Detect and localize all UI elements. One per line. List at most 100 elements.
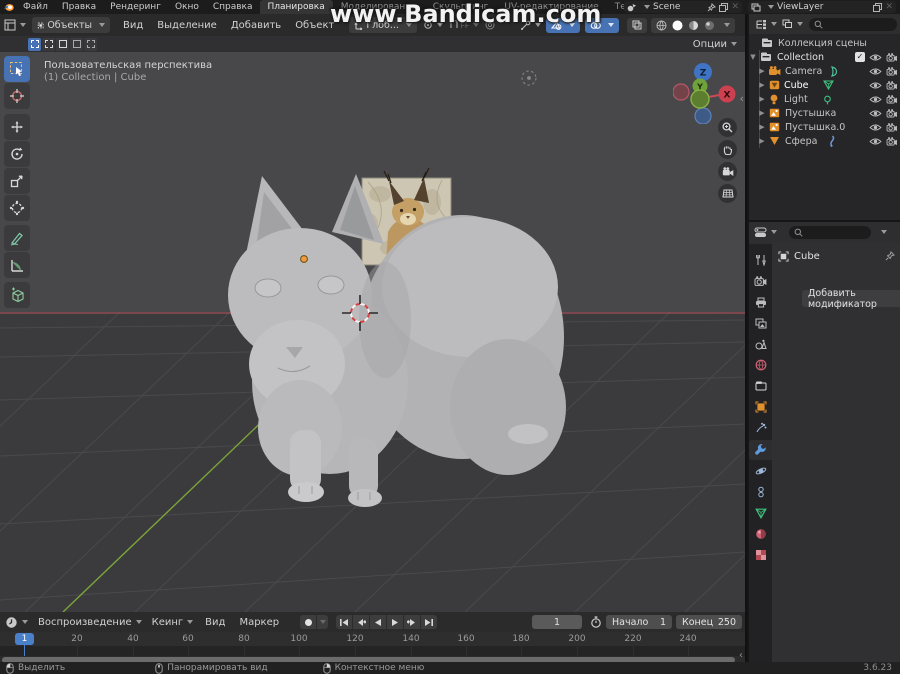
tab-view-layer[interactable] [749, 313, 772, 333]
tab-object-data[interactable] [749, 503, 772, 523]
solid-shading-icon[interactable] [672, 20, 683, 31]
outliner-search-input[interactable] [809, 17, 897, 31]
select-mode-intersect[interactable] [84, 37, 97, 51]
transform-orientation-dropdown[interactable]: Глоб... [349, 17, 417, 33]
properties-options-chevron[interactable] [881, 230, 887, 234]
toggle-xray-button[interactable] [627, 17, 647, 33]
timeline-collapse-arrow[interactable]: ‹ [739, 650, 743, 661]
pin-icon[interactable] [885, 251, 895, 261]
camera-view-button[interactable] [718, 162, 737, 181]
outliner-row-empty-image-0[interactable]: ▶ Пустышка.0 [749, 120, 900, 134]
jump-to-end-button[interactable] [421, 615, 437, 629]
orthographic-toggle-button[interactable] [718, 184, 737, 203]
snap-toggle[interactable]: ⊦⊦ [449, 20, 480, 30]
render-visibility-icon[interactable] [886, 80, 898, 90]
tool-cursor[interactable] [4, 83, 30, 109]
hide-eye-icon[interactable] [869, 123, 882, 132]
expand-arrow[interactable]: ▶ [758, 95, 766, 103]
tab-modifiers[interactable] [749, 440, 772, 460]
render-visibility-icon[interactable] [886, 136, 898, 146]
navigation-gizmo[interactable]: Z Y X [673, 58, 737, 124]
select-mode-subtract[interactable] [70, 37, 83, 51]
collection-expand-arrow[interactable]: ▼ [749, 53, 757, 61]
playback-menu[interactable]: Воспроизведение [38, 617, 142, 628]
outliner-row-scene-collection[interactable]: Коллекция сцены [749, 36, 900, 50]
menu-window[interactable]: Окно [168, 0, 206, 14]
expand-arrow[interactable]: ▶ [758, 123, 766, 131]
scene-icon[interactable] [627, 3, 637, 12]
tab-scene[interactable] [749, 334, 772, 354]
properties-editor-type[interactable] [754, 227, 777, 238]
show-gizmo-dropdown[interactable] [520, 20, 541, 31]
keying-set-chevron[interactable] [317, 615, 328, 629]
timeline-track[interactable] [0, 646, 745, 656]
viewlayer-name[interactable]: ViewLayer [777, 2, 870, 12]
view-menu[interactable]: Вид [116, 20, 150, 31]
outliner-filter[interactable] [782, 19, 803, 29]
play-reverse-button[interactable] [370, 615, 386, 629]
tool-scale[interactable] [4, 168, 30, 194]
outliner-row-empty-image[interactable]: ▶ Пустышка [749, 106, 900, 120]
viewlayer-browse-chevron[interactable] [768, 5, 774, 9]
xray-toggle[interactable] [585, 17, 619, 33]
expand-arrow[interactable]: ▶ [758, 137, 766, 145]
select-mode-extend[interactable] [56, 37, 69, 51]
blender-logo-icon[interactable] [0, 3, 16, 12]
new-viewlayer-icon[interactable] [873, 2, 883, 12]
timeline-ruler[interactable]: 20 40 60 80 100 120 140 160 180 200 220 … [0, 632, 745, 646]
render-visibility-icon[interactable] [886, 122, 898, 132]
keying-menu[interactable]: Кеинг [152, 617, 194, 628]
expand-arrow[interactable]: ▶ [758, 67, 766, 75]
frame-start-field[interactable]: Начало 1 [606, 615, 672, 629]
pin-icon[interactable] [707, 2, 717, 12]
wireframe-shading-icon[interactable] [656, 20, 667, 31]
tab-physics[interactable] [749, 461, 772, 481]
outliner-display-mode[interactable] [755, 19, 777, 30]
tab-layout[interactable]: Планировка [259, 0, 333, 14]
tool-rotate[interactable] [4, 141, 30, 167]
collection-checkbox[interactable]: ✓ [855, 52, 865, 62]
mode-dropdown[interactable]: Объекты [32, 17, 110, 33]
menu-edit[interactable]: Правка [55, 0, 103, 14]
breadcrumb-object-name[interactable]: Cube [794, 251, 820, 262]
zoom-view-button[interactable] [718, 118, 737, 137]
current-frame-field[interactable]: 1 [532, 615, 582, 629]
tool-measure[interactable] [4, 252, 30, 278]
tab-uv-editing[interactable]: UV-редактирование [496, 0, 606, 14]
material-shading-icon[interactable] [688, 20, 699, 31]
rendered-shading-icon[interactable] [704, 20, 715, 31]
outliner-row-camera[interactable]: ▶ Camera [749, 64, 900, 78]
tool-select-box[interactable] [4, 56, 30, 82]
hide-eye-icon[interactable] [869, 137, 882, 146]
new-scene-icon[interactable] [719, 2, 729, 12]
tool-annotate[interactable] [4, 225, 30, 251]
viewport-3d[interactable]: Пользовательская перспектива (1) Collect… [0, 52, 745, 612]
hide-eye-icon[interactable] [869, 81, 882, 90]
jump-to-start-button[interactable] [336, 615, 352, 629]
next-keyframe-button[interactable] [404, 615, 420, 629]
select-menu[interactable]: Выделение [150, 20, 224, 31]
sidebar-collapse-arrow[interactable]: ‹ [740, 92, 744, 105]
proportional-edit-toggle[interactable] [485, 20, 495, 30]
tab-modeling[interactable]: Моделирование [333, 0, 425, 14]
tab-tool[interactable] [749, 250, 772, 270]
timeline-view-menu[interactable]: Вид [205, 617, 225, 628]
tab-collection[interactable] [749, 376, 772, 396]
tab-material[interactable] [749, 524, 772, 544]
playhead[interactable]: 1 [15, 633, 34, 645]
play-button[interactable] [387, 615, 403, 629]
tab-texture[interactable] [749, 545, 772, 565]
marker-menu[interactable]: Маркер [239, 617, 279, 628]
editor-type-button[interactable] [0, 19, 30, 31]
tab-output[interactable] [749, 292, 772, 312]
outliner-row-cube[interactable]: ▶ Cube [749, 78, 900, 92]
hide-eye-icon[interactable] [869, 53, 882, 62]
options-dropdown[interactable]: Опции [693, 39, 737, 50]
outliner-row-light[interactable]: ▶ Light [749, 92, 900, 106]
select-mode-box[interactable] [42, 37, 55, 51]
tab-object[interactable] [749, 397, 772, 417]
outliner-row-sphere[interactable]: ▶ Сфера [749, 134, 900, 148]
timeline-editor-type[interactable] [5, 616, 28, 629]
scene-name[interactable]: Scene [653, 2, 704, 12]
render-visibility-icon[interactable] [886, 94, 898, 104]
